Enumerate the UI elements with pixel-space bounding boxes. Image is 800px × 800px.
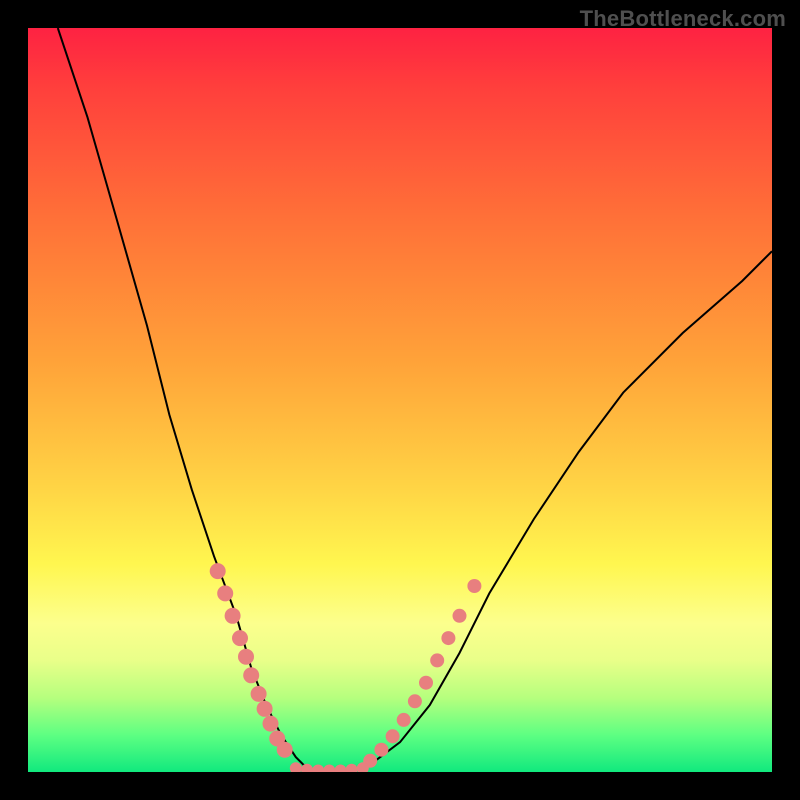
marker-left-4 (238, 649, 254, 665)
marker-right-9 (467, 579, 481, 593)
marker-floor-5 (346, 764, 358, 772)
marker-floor-3 (323, 765, 335, 773)
marker-left-5 (243, 667, 259, 683)
marker-left-2 (225, 608, 241, 624)
marker-right-3 (397, 713, 411, 727)
marker-right-8 (453, 609, 467, 623)
marker-left-3 (232, 630, 248, 646)
marker-left-7 (257, 701, 273, 717)
marker-left-0 (210, 563, 226, 579)
marker-right-4 (408, 694, 422, 708)
watermark-text: TheBottleneck.com (580, 6, 786, 32)
bottleneck-curve (58, 28, 772, 772)
marker-floor-2 (312, 765, 324, 773)
curve-svg (28, 28, 772, 772)
chart-frame: TheBottleneck.com (0, 0, 800, 800)
marker-left-1 (217, 585, 233, 601)
marker-right-6 (430, 653, 444, 667)
marker-left-6 (251, 686, 267, 702)
marker-group (210, 563, 482, 772)
marker-left-8 (263, 716, 279, 732)
marker-floor-4 (335, 765, 347, 773)
marker-right-7 (441, 631, 455, 645)
marker-left-10 (277, 742, 293, 758)
marker-right-1 (374, 743, 388, 757)
plot-area (28, 28, 772, 772)
marker-right-5 (419, 676, 433, 690)
marker-floor-0 (290, 762, 302, 772)
marker-right-2 (386, 729, 400, 743)
